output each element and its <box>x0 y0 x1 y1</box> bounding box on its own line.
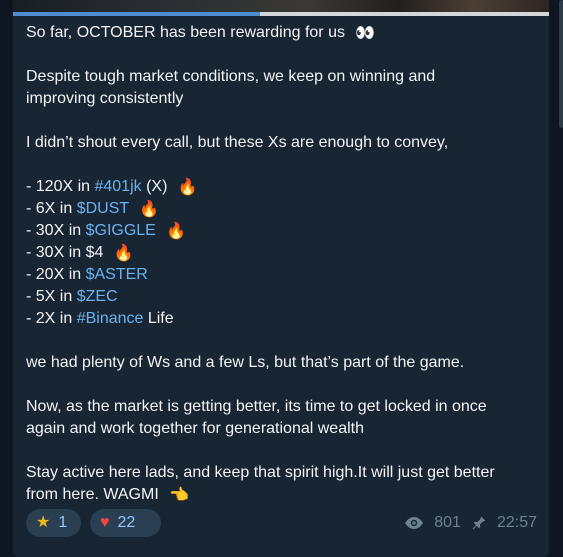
list-item: - 2X in #Binance Life <box>26 308 536 330</box>
list-item-prefix: - 120X in <box>26 178 95 195</box>
eye-icon <box>404 516 424 530</box>
list-item: - 5X in $ZEC <box>26 286 536 308</box>
scrollbar-thumb[interactable] <box>559 0 563 128</box>
message-text-9: from here. WAGMI <box>26 486 159 503</box>
hashtag-link[interactable]: #401jk <box>94 178 141 195</box>
message-line-8: Stay active here lads, and keep that spi… <box>26 464 495 481</box>
message-line-9: from here. WAGMI 👈 <box>26 484 536 506</box>
star-reaction-button[interactable]: ★ 1 <box>26 509 81 537</box>
message-text: So far, OCTOBER has been rewarding for u… <box>26 22 536 506</box>
message-line-2: Despite tough market conditions, we keep… <box>26 68 436 85</box>
fire-icon: 🔥 <box>177 177 198 196</box>
message-time: 22:57 <box>496 514 537 531</box>
message-footer: ★ 1 ♥ 22 801 22:57 <box>26 509 537 539</box>
media-progress-bar[interactable] <box>13 12 549 16</box>
list-item-prefix: - 20X in <box>26 266 86 283</box>
pointing-hand-icon: 👈 <box>169 485 190 504</box>
list-item-prefix: - 5X in <box>26 288 77 305</box>
media-preview[interactable] <box>13 0 549 12</box>
fire-icon: 🔥 <box>166 221 187 240</box>
pin-icon <box>471 515 487 531</box>
cashtag-link[interactable]: $ASTER <box>86 266 148 283</box>
list-item-prefix: - 6X in <box>26 200 77 217</box>
view-count: 801 <box>434 514 461 531</box>
heart-reaction-count: 22 <box>117 514 136 531</box>
message-line-6: Now, as the market is getting better, it… <box>26 398 487 415</box>
message-text-1: So far, OCTOBER has been rewarding for u… <box>26 24 345 41</box>
fire-icon: 🔥 <box>139 199 160 218</box>
list-item: - 30X in $GIGGLE 🔥 <box>26 220 536 242</box>
hashtag-link[interactable]: #Binance <box>77 310 144 327</box>
star-icon: ★ <box>36 514 51 531</box>
message-line-3: improving consistently <box>26 90 184 107</box>
message-line-1: So far, OCTOBER has been rewarding for u… <box>26 22 536 44</box>
cashtag-link[interactable]: $DUST <box>77 200 129 217</box>
heart-reaction-button[interactable]: ♥ 22 <box>90 509 161 537</box>
media-progress-fill <box>13 12 260 16</box>
message-line-5: we had plenty of Ws and a few Ls, but th… <box>26 354 465 371</box>
eyes-icon: 👀 <box>355 23 377 42</box>
list-item: - 20X in $ASTER <box>26 264 536 286</box>
list-item: - 120X in #401jk (X) 🔥 <box>26 176 536 198</box>
list-item-prefix: - 30X in $4 <box>26 244 104 261</box>
list-item-prefix: - 30X in <box>26 222 86 239</box>
cashtag-link[interactable]: $ZEC <box>77 288 118 305</box>
message-bubble: So far, OCTOBER has been rewarding for u… <box>13 0 549 557</box>
scrollbar-track[interactable] <box>559 0 563 557</box>
list-item-suffix: (X) <box>141 178 168 195</box>
heart-icon: ♥ <box>100 514 110 531</box>
list-item: - 30X in $4 🔥 <box>26 242 536 264</box>
message-meta: 801 22:57 <box>404 514 537 532</box>
cashtag-link[interactable]: $GIGGLE <box>86 222 156 239</box>
fire-icon: 🔥 <box>113 243 134 262</box>
message-line-7: again and work together for generational… <box>26 420 364 437</box>
star-reaction-count: 1 <box>58 514 68 531</box>
list-item: - 6X in $DUST 🔥 <box>26 198 536 220</box>
list-item-suffix: Life <box>143 310 174 327</box>
message-line-4: I didn’t shout every call, but these Xs … <box>26 134 449 151</box>
list-item-prefix: - 2X in <box>26 310 77 327</box>
